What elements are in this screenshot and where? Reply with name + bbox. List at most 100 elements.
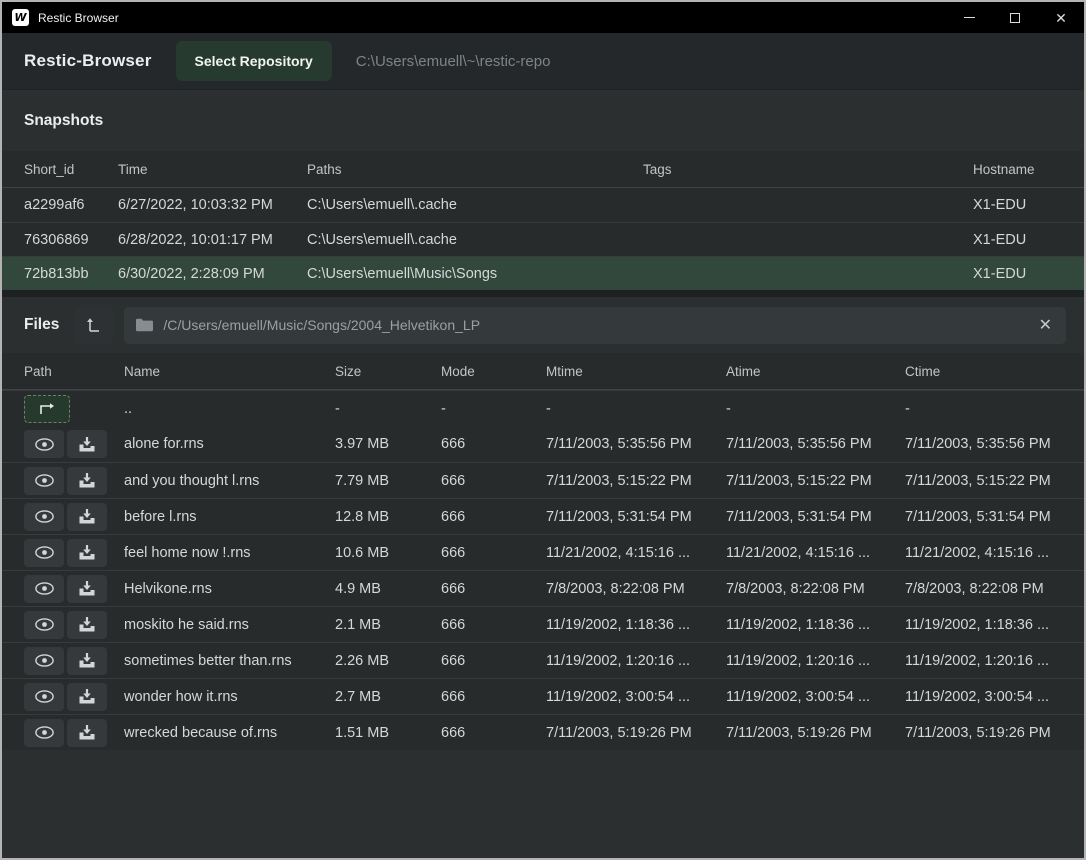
eye-icon <box>35 474 54 487</box>
download-file-button[interactable] <box>67 467 107 495</box>
view-file-button[interactable] <box>24 611 64 639</box>
col-hostname: Hostname <box>973 162 1084 177</box>
col-path: Path <box>24 364 124 379</box>
file-mode: 666 <box>441 617 546 633</box>
snapshot-row[interactable]: 72b813bb 6/30/2022, 2:28:09 PM C:\Users\… <box>2 256 1084 290</box>
file-row: Helvikone.rns 4.9 MB 666 7/8/2003, 8:22:… <box>2 570 1084 606</box>
file-mode: 666 <box>441 473 546 489</box>
return-arrow-icon <box>39 403 55 415</box>
file-mode: - <box>441 401 546 417</box>
file-row: wonder how it.rns 2.7 MB 666 11/19/2002,… <box>2 678 1084 714</box>
view-file-button[interactable] <box>24 467 64 495</box>
go-up-level-button[interactable] <box>74 307 113 344</box>
snapshots-table-header: Short_id Time Paths Tags Hostname <box>2 151 1084 188</box>
snapshot-hostname: X1-EDU <box>973 197 1084 213</box>
minimize-icon <box>964 17 975 18</box>
file-mode: 666 <box>441 725 546 741</box>
col-size: Size <box>335 364 441 379</box>
close-button[interactable]: ✕ <box>1038 2 1084 33</box>
download-file-button[interactable] <box>67 611 107 639</box>
window-title: Restic Browser <box>38 11 946 25</box>
current-path-bar[interactable]: /C/Users/emuell/Music/Songs/2004_Helveti… <box>124 307 1066 344</box>
file-size: 2.26 MB <box>335 653 441 669</box>
file-size: 7.79 MB <box>335 473 441 489</box>
view-file-button[interactable] <box>24 503 64 531</box>
download-icon <box>79 653 95 668</box>
file-mtime: 7/8/2003, 8:22:08 PM <box>546 581 726 597</box>
wails-app-icon: W <box>12 9 29 26</box>
download-file-button[interactable] <box>67 503 107 531</box>
eye-icon <box>35 690 54 703</box>
file-name: Helvikone.rns <box>124 581 335 597</box>
view-file-button[interactable] <box>24 575 64 603</box>
file-atime: 11/19/2002, 3:00:54 ... <box>726 689 905 705</box>
download-file-button[interactable] <box>67 719 107 747</box>
up-level-arrow-icon <box>86 317 101 334</box>
view-file-button[interactable] <box>24 539 64 567</box>
download-file-button[interactable] <box>67 430 107 458</box>
eye-icon <box>35 438 54 451</box>
view-file-button[interactable] <box>24 430 64 458</box>
maximize-icon <box>1010 13 1020 23</box>
file-name: moskito he said.rns <box>124 617 335 633</box>
snapshot-paths: C:\Users\emuell\.cache <box>307 232 643 248</box>
file-ctime: 7/11/2003, 5:15:22 PM <box>905 473 1084 489</box>
download-file-button[interactable] <box>67 575 107 603</box>
folder-icon <box>136 318 153 332</box>
snapshot-row[interactable]: 76306869 6/28/2022, 10:01:17 PM C:\Users… <box>2 222 1084 256</box>
minimize-button[interactable] <box>946 2 992 33</box>
eye-icon <box>35 582 54 595</box>
view-file-button[interactable] <box>24 647 64 675</box>
file-size: 1.51 MB <box>335 725 441 741</box>
view-file-button[interactable] <box>24 683 64 711</box>
file-name: .. <box>124 401 335 417</box>
download-icon <box>79 725 95 740</box>
file-mtime: 7/11/2003, 5:19:26 PM <box>546 725 726 741</box>
download-icon <box>79 473 95 488</box>
files-title: Files <box>24 316 59 334</box>
col-mode: Mode <box>441 364 546 379</box>
go-to-parent-button[interactable] <box>24 395 70 423</box>
download-icon <box>79 689 95 704</box>
file-name: before l.rns <box>124 509 335 525</box>
snapshot-paths: C:\Users\emuell\Music\Songs <box>307 266 643 282</box>
download-file-button[interactable] <box>67 647 107 675</box>
parent-directory-row: .. - - - - - <box>2 390 1084 426</box>
maximize-button[interactable] <box>992 2 1038 33</box>
view-file-button[interactable] <box>24 719 64 747</box>
download-file-button[interactable] <box>67 539 107 567</box>
app-name: Restic-Browser <box>24 51 152 71</box>
file-ctime: 11/19/2002, 3:00:54 ... <box>905 689 1084 705</box>
file-atime: - <box>726 401 905 417</box>
file-atime: 7/11/2003, 5:31:54 PM <box>726 509 905 525</box>
section-divider <box>2 290 1084 297</box>
eye-icon <box>35 726 54 739</box>
download-icon <box>79 437 95 452</box>
col-mtime: Mtime <box>546 364 726 379</box>
titlebar: W Restic Browser ✕ <box>2 2 1084 33</box>
snapshots-title: Snapshots <box>24 112 103 130</box>
file-mode: 666 <box>441 653 546 669</box>
snapshots-table-body: a2299af6 6/27/2022, 10:03:32 PM C:\Users… <box>2 188 1084 290</box>
snapshot-short-id: 76306869 <box>24 232 118 248</box>
snapshots-section: Snapshots <box>2 90 1084 151</box>
eye-icon <box>35 654 54 667</box>
file-mode: 666 <box>441 581 546 597</box>
clear-path-button[interactable]: ✕ <box>1037 315 1054 335</box>
file-atime: 7/11/2003, 5:19:26 PM <box>726 725 905 741</box>
file-row: moskito he said.rns 2.1 MB 666 11/19/200… <box>2 606 1084 642</box>
file-mtime: 11/19/2002, 1:20:16 ... <box>546 653 726 669</box>
file-ctime: 11/19/2002, 1:18:36 ... <box>905 617 1084 633</box>
download-file-button[interactable] <box>67 683 107 711</box>
file-mode: 666 <box>441 509 546 525</box>
eye-icon <box>35 618 54 631</box>
app-header: Restic-Browser Select Repository C:\User… <box>2 33 1084 90</box>
snapshot-row[interactable]: a2299af6 6/27/2022, 10:03:32 PM C:\Users… <box>2 188 1084 222</box>
col-ctime: Ctime <box>905 364 1084 379</box>
select-repository-button[interactable]: Select Repository <box>176 41 332 81</box>
files-table-body: alone for.rns 3.97 MB 666 7/11/2003, 5:3… <box>2 426 1084 750</box>
download-icon <box>79 509 95 524</box>
files-table: Path Name Size Mode Mtime Atime Ctime ..… <box>2 353 1084 750</box>
col-tags: Tags <box>643 162 973 177</box>
file-mtime: 11/21/2002, 4:15:16 ... <box>546 545 726 561</box>
